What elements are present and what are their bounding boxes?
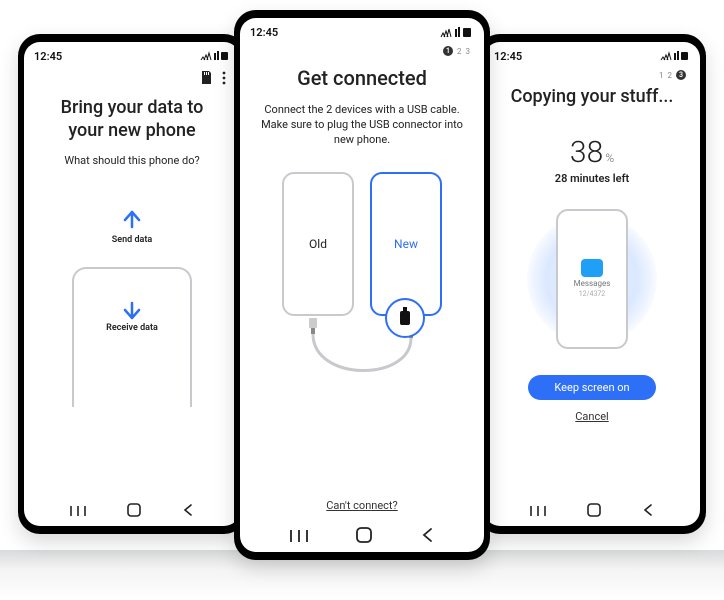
progress-percent: 38% (570, 135, 614, 170)
step-3-active: 3 (676, 70, 686, 80)
step-indicator: 1 2 3 (443, 46, 474, 56)
nav-home-icon[interactable] (356, 527, 372, 547)
step-1: 1 (659, 71, 664, 80)
clock: 12:45 (494, 50, 522, 63)
status-bar: 12:45 (24, 42, 240, 64)
page-title: Get connected (297, 66, 427, 91)
nav-back-icon[interactable] (182, 502, 194, 521)
page-subtitle: What should this phone do? (64, 154, 199, 169)
status-icons (660, 51, 690, 61)
step-1-active: 1 (443, 46, 453, 56)
step-3: 3 (466, 47, 471, 56)
page-title: Bring your data to your new phone (61, 97, 204, 142)
step-indicator: 1 2 3 (659, 70, 690, 80)
status-icons (440, 27, 474, 38)
send-data-option[interactable]: Send data (112, 207, 152, 245)
time-remaining: 28 minutes left (555, 172, 629, 185)
new-phone-illustration: New (370, 172, 442, 316)
cant-connect-link[interactable]: Can't connect? (326, 499, 397, 512)
status-bar: 12:45 (484, 42, 700, 64)
phone-illustration: Messages 12/4372 (556, 209, 628, 349)
keep-screen-on-button[interactable]: Keep screen on (528, 375, 655, 400)
phone-smart-switch-role: 12:45 (18, 34, 246, 534)
old-phone-illustration: Old (282, 172, 354, 316)
connection-illustration: Old New (267, 172, 457, 316)
android-nav-bar (484, 496, 700, 526)
arrow-up-icon (120, 207, 144, 231)
nav-back-icon[interactable] (642, 502, 654, 521)
usb-connector-icon (385, 298, 425, 338)
progress-illustration: Messages 12/4372 (522, 199, 662, 359)
clock: 12:45 (250, 26, 278, 39)
nav-home-icon[interactable] (127, 502, 141, 521)
current-item-count: 12/4372 (579, 290, 606, 298)
new-phone-label: New (394, 237, 418, 251)
step-2: 2 (668, 71, 673, 80)
status-bar: 12:45 (240, 18, 484, 40)
step-2: 2 (457, 47, 462, 56)
nav-recents-icon[interactable] (530, 502, 546, 521)
android-nav-bar (24, 496, 240, 526)
nav-recents-icon[interactable] (70, 502, 86, 521)
nav-recents-icon[interactable] (290, 528, 308, 547)
phone-copying: 12:45 1 2 3 Copying your stuff... (478, 34, 706, 534)
status-icons (200, 51, 230, 61)
android-nav-bar (240, 522, 484, 552)
old-phone-label: Old (309, 237, 327, 251)
nav-back-icon[interactable] (420, 527, 434, 547)
sd-card-icon[interactable] (200, 70, 212, 89)
receive-data-option[interactable]: Receive data (72, 267, 192, 407)
cancel-link[interactable]: Cancel (575, 410, 608, 423)
page-title: Copying your stuff... (511, 86, 674, 109)
phone-get-connected: 12:45 1 2 3 Get connected Conn (234, 10, 490, 560)
page-subtitle: Connect the 2 devices with a USB cable. … (250, 103, 474, 148)
arrow-down-icon (120, 299, 144, 323)
send-label: Send data (112, 235, 152, 245)
receive-label: Receive data (106, 323, 158, 333)
clock: 12:45 (34, 50, 62, 63)
messages-icon (581, 259, 603, 277)
more-icon[interactable] (222, 70, 226, 89)
nav-home-icon[interactable] (587, 502, 601, 521)
